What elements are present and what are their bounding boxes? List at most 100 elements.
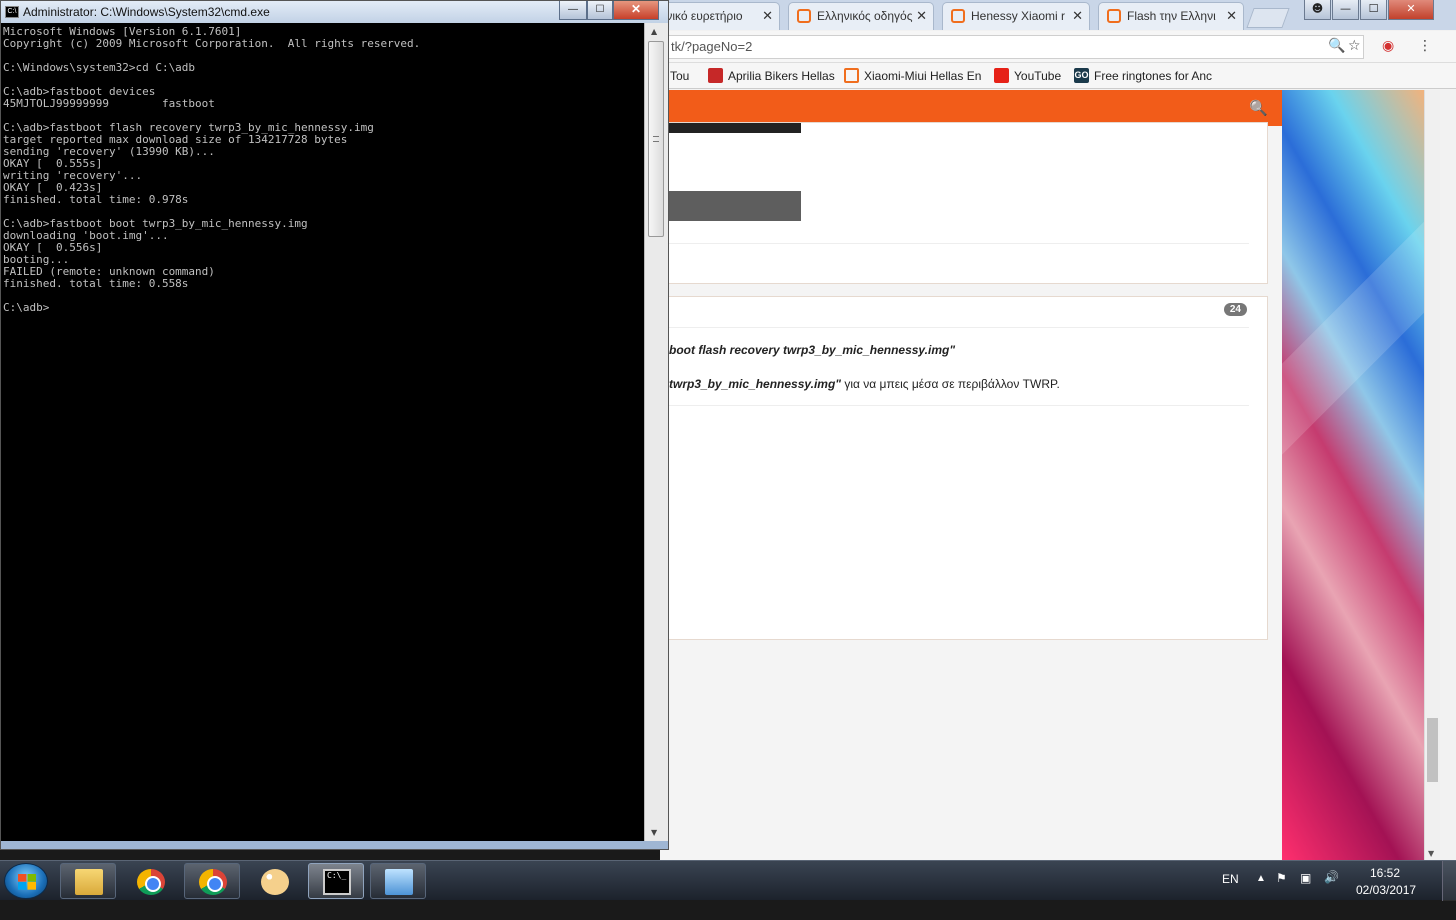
clock-time[interactable]: 16:52 <box>1370 866 1400 880</box>
console-line: Copyright (c) 2009 Microsoft Corporation… <box>3 37 421 50</box>
cmd-window: C:\ Administrator: C:\Windows\System32\c… <box>0 0 669 850</box>
scroll-up-icon[interactable]: ▲ <box>651 27 657 36</box>
scrollbar-thumb[interactable] <box>648 41 664 237</box>
tab-title: ενικό ευρετήριο <box>661 9 743 23</box>
console-line: finished. total time: 0.558s <box>3 277 189 290</box>
browser-tab-2[interactable]: Ελληνικός οδηγός ✕ <box>788 2 934 30</box>
action-center-flag-icon[interactable]: ⚑ <box>1276 871 1287 885</box>
bookmarks-bar: Tou Aprilia Bikers Hellas Xiaomi-Miui He… <box>660 63 1456 89</box>
post-card <box>660 122 1268 284</box>
tab-title: Flash την Ελληνι <box>1127 9 1216 23</box>
bookmark-item[interactable]: GO Free ringtones for Anc <box>1074 67 1212 85</box>
bookmark-item[interactable]: YouTube <box>994 67 1066 85</box>
console-line: finished. total time: 0.978s <box>3 193 189 206</box>
paint-palette-icon <box>261 869 289 895</box>
cmd-app-icon: C:\ <box>5 6 19 18</box>
console-line: C:\adb> <box>3 301 50 314</box>
bookmark-label: Free ringtones for Anc <box>1094 69 1212 83</box>
start-button[interactable] <box>4 863 48 899</box>
console-output[interactable]: Microsoft Windows [Version 6.1.7601] Copy… <box>1 23 644 841</box>
browser-maximize-button[interactable]: ☐ <box>1360 0 1387 20</box>
cmd-icon: C:\_ <box>323 869 351 895</box>
screenshot-thumbnail[interactable] <box>669 123 801 191</box>
taskbar-chrome-pinned[interactable] <box>122 863 178 899</box>
background-artwork <box>1282 90 1424 860</box>
bookmark-star-icon[interactable]: ☆ <box>1348 38 1361 54</box>
browser-close-button[interactable]: ✕ <box>1388 0 1434 20</box>
cmd-scrollbar[interactable]: ▲ ▼ <box>644 23 668 841</box>
site-favicon-icon <box>797 9 811 23</box>
search-icon[interactable]: 🔍 <box>1249 99 1268 117</box>
system-tray: EN ▲ ⚑ ▣ 🔊 16:52 02/03/2017 <box>1206 861 1456 901</box>
grip-icon <box>653 136 659 142</box>
page-content: 24 boot flash recovery twrp3_by_mic_henn… <box>660 122 1282 860</box>
cmd-title-bar[interactable]: C:\ Administrator: C:\Windows\System32\c… <box>1 1 668 23</box>
divider <box>669 243 1249 244</box>
window-title: Administrator: C:\Windows\System32\cmd.e… <box>23 5 270 19</box>
site-favicon-icon <box>951 9 965 23</box>
volume-icon[interactable]: 🔊 <box>1324 870 1339 884</box>
url-input[interactable]: tk/?pageNo=2 <box>664 35 1364 59</box>
windows-logo-icon <box>18 874 36 890</box>
new-tab-button[interactable] <box>1246 8 1290 28</box>
site-favicon-icon <box>1107 9 1121 23</box>
minimize-button[interactable]: — <box>559 1 587 20</box>
taskbar-chrome[interactable] <box>184 863 240 899</box>
scroll-down-icon[interactable]: ▼ <box>651 828 657 837</box>
bookmark-label: Xiaomi-Miui Hellas En <box>864 69 982 83</box>
language-indicator[interactable]: EN <box>1222 872 1239 886</box>
browser-tab-1[interactable]: ενικό ευρετήριο ✕ <box>660 2 780 30</box>
console-line: C:\Windows\system32>cd C:\adb <box>3 61 196 74</box>
bookmark-favicon-icon <box>844 68 859 83</box>
taskbar-explorer[interactable] <box>60 863 116 899</box>
taskbar-remote-desktop[interactable] <box>370 863 426 899</box>
browser-tab-4[interactable]: Flash την Ελληνι ✕ <box>1098 2 1244 30</box>
show-hidden-icons-icon[interactable]: ▲ <box>1256 873 1266 884</box>
site-header-bar: 🔍 <box>660 90 1282 126</box>
tab-close-icon[interactable]: ✕ <box>762 3 773 29</box>
bookmark-item[interactable]: Tou <box>670 67 696 85</box>
post-text-line: twrp3_by_mic_hennessy.img" για να μπεις … <box>669 377 1060 391</box>
tab-close-icon[interactable]: ✕ <box>916 3 927 29</box>
taskbar-cmd[interactable]: C:\_ <box>308 863 364 899</box>
bookmark-item[interactable]: Xiaomi-Miui Hellas En <box>844 67 984 85</box>
show-desktop-button[interactable] <box>1442 861 1456 901</box>
remote-desktop-icon <box>385 869 413 895</box>
browser-minimize-button[interactable]: — <box>1332 0 1359 20</box>
youtube-icon <box>994 68 1009 83</box>
bookmark-item[interactable]: Aprilia Bikers Hellas <box>708 67 838 85</box>
browser-user-icon[interactable]: ☻ <box>1304 0 1331 20</box>
zoom-icon[interactable]: 🔍 <box>1328 38 1345 54</box>
taskbar-paint[interactable] <box>246 863 302 899</box>
divider <box>669 405 1249 406</box>
browser-scrollbar[interactable]: ▼ <box>1424 90 1440 860</box>
maximize-button[interactable]: ☐ <box>587 1 613 20</box>
bookmark-label: Aprilia Bikers Hellas <box>728 69 835 83</box>
console-line: 45MJTOLJ99999999 fastboot <box>3 97 215 110</box>
console-line: OKAY [ 0.556s] <box>3 241 103 254</box>
post-command-text: boot flash recovery twrp3_by_mic_henness… <box>669 343 956 357</box>
network-icon[interactable]: ▣ <box>1300 871 1311 885</box>
tab-close-icon[interactable]: ✕ <box>1072 3 1083 29</box>
chrome-icon <box>199 869 227 895</box>
bookmark-label: YouTube <box>1014 69 1062 83</box>
chrome-icon <box>137 869 165 895</box>
post-card: 24 boot flash recovery twrp3_by_mic_henn… <box>660 296 1268 640</box>
post-command-text: twrp3_by_mic_hennessy.img" <box>669 377 841 391</box>
extension-icon[interactable]: ◉ <box>1382 38 1394 54</box>
menu-icon[interactable]: ⋮ <box>1418 38 1432 54</box>
scroll-down-icon[interactable]: ▼ <box>1428 849 1434 858</box>
go-favicon-icon: GO <box>1074 68 1089 83</box>
bookmark-label: Tou <box>670 69 690 83</box>
browser-tab-3[interactable]: Henessy Xiaomi r ✕ <box>942 2 1090 30</box>
taskbar: C:\_ EN ▲ ⚑ ▣ 🔊 16:52 02/03/2017 <box>0 860 1456 901</box>
folder-icon <box>75 869 103 895</box>
tab-close-icon[interactable]: ✕ <box>1226 3 1237 29</box>
clock-date[interactable]: 02/03/2017 <box>1356 883 1416 897</box>
post-text: για να μπεις μέσα σε περιβάλλον TWRP. <box>840 377 1060 391</box>
post-text-line: boot flash recovery twrp3_by_mic_henness… <box>669 343 955 357</box>
bookmark-favicon-icon <box>708 68 723 83</box>
scrollbar-thumb[interactable] <box>1427 718 1438 782</box>
close-button[interactable]: ✕ <box>613 1 659 20</box>
